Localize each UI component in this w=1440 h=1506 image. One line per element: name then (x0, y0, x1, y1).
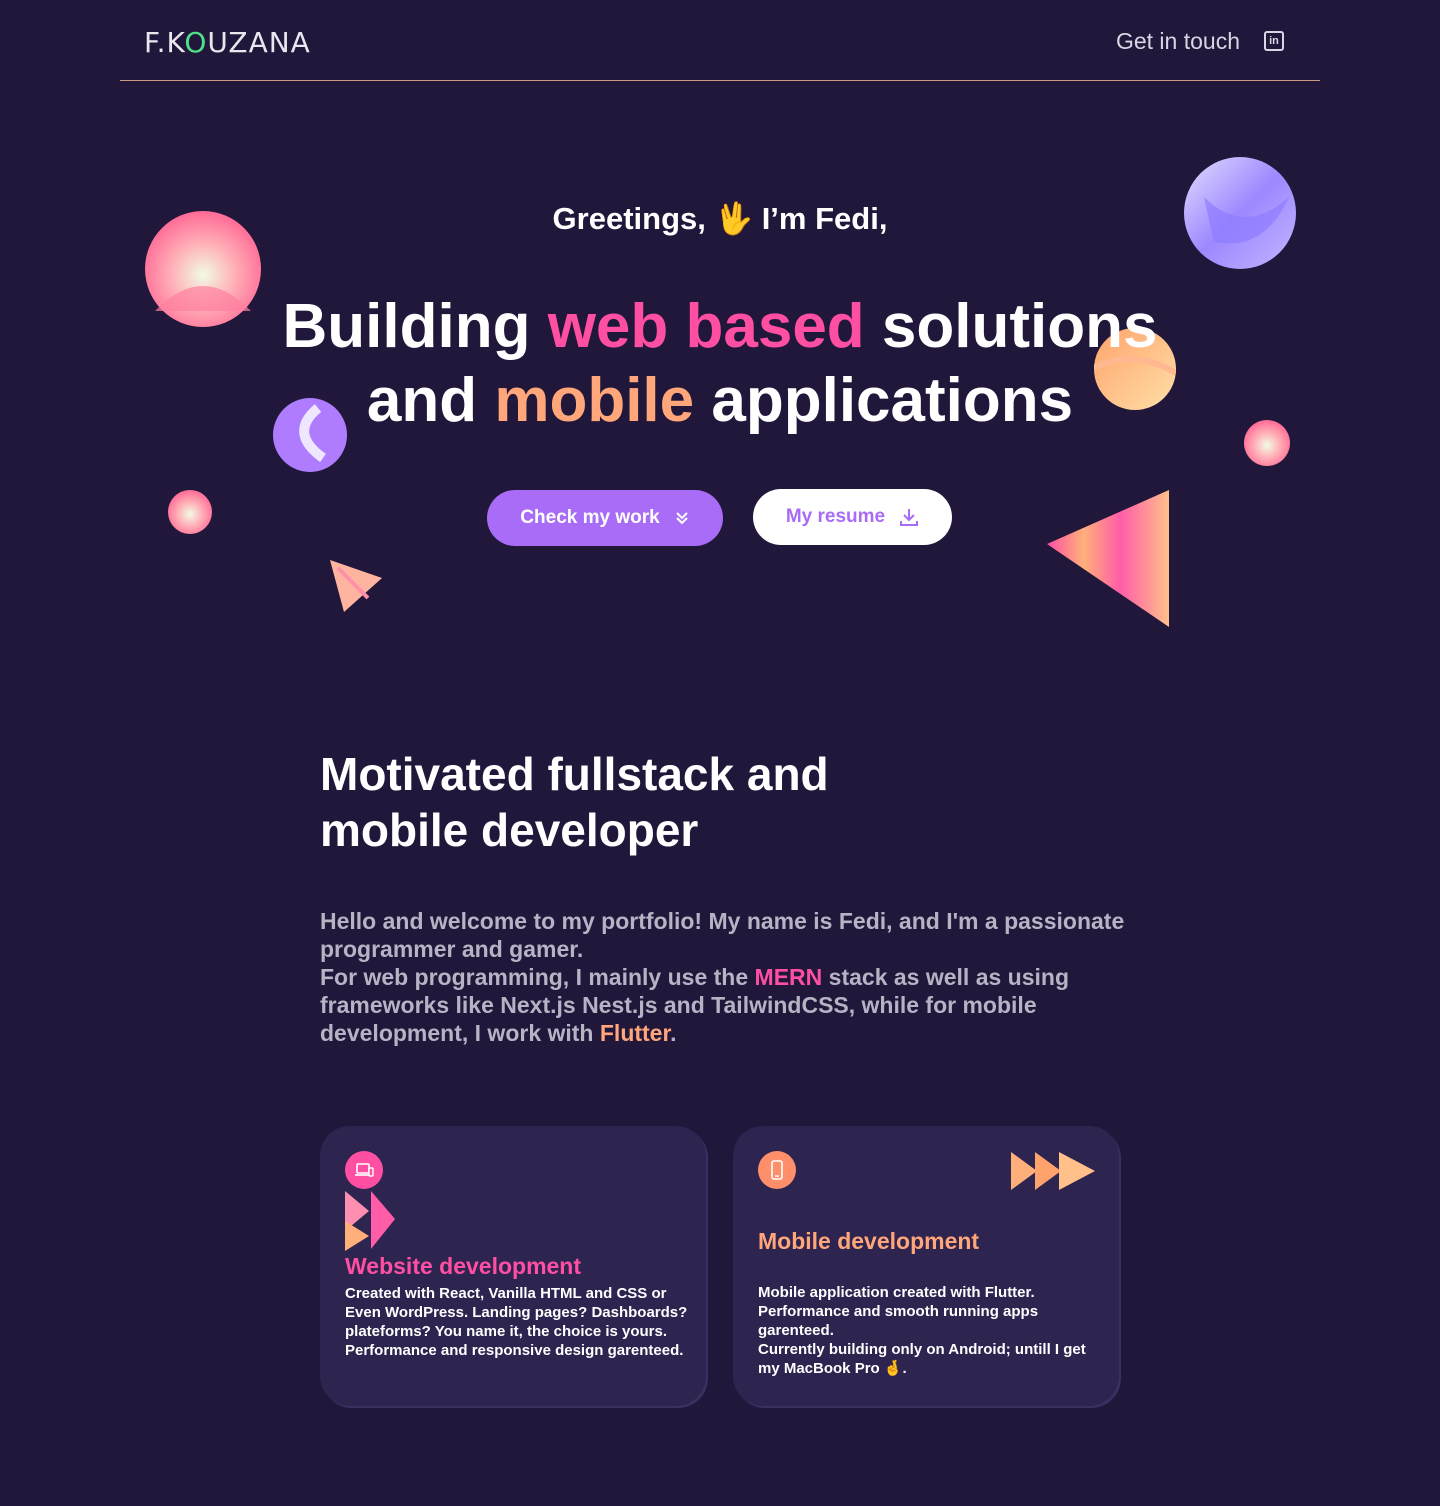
phone-icon (758, 1151, 796, 1189)
card-description: Created with React, Vanilla HTML and CSS… (345, 1285, 688, 1359)
large-triangle-shape (1047, 490, 1169, 627)
about-paragraph: Hello and welcome to my portfolio! My na… (320, 908, 1125, 1046)
card-title: Mobile development (758, 1228, 980, 1254)
arrows-decoration-icon (345, 1191, 395, 1251)
tiny-pink-sphere-shape (168, 490, 212, 534)
hero-headline: Building web based solutions and mobile … (282, 292, 1158, 435)
fast-forward-decoration-icon (1011, 1152, 1095, 1190)
website-development-card: Website development Created with React, … (320, 1126, 706, 1406)
site-header: F.KOUZANA Get in touch in (120, 0, 1320, 81)
chevrons-down-icon (675, 512, 688, 525)
about-title: Motivated fullstack and mobile developer (320, 748, 829, 856)
get-in-touch-link[interactable]: Get in touch (1116, 28, 1240, 55)
mern-highlight: MERN (754, 964, 823, 990)
linkedin-icon[interactable]: in (1264, 31, 1284, 51)
my-resume-button[interactable]: My resume (753, 489, 952, 545)
card-title: Website development (345, 1253, 582, 1279)
laptop-icon (345, 1151, 383, 1189)
greeting-text: Greetings, 🖖 I’m Fedi, (552, 201, 888, 236)
site-logo[interactable]: F.KOUZANA (144, 26, 311, 59)
download-icon (900, 509, 919, 526)
flutter-highlight: Flutter (599, 1020, 671, 1046)
card-description: Mobile application created with Flutter.… (758, 1284, 1086, 1377)
small-triangle-shape (330, 560, 382, 612)
mobile-development-card: Mobile development Mobile application cr… (733, 1126, 1119, 1406)
check-my-work-button[interactable]: Check my work (487, 490, 723, 546)
